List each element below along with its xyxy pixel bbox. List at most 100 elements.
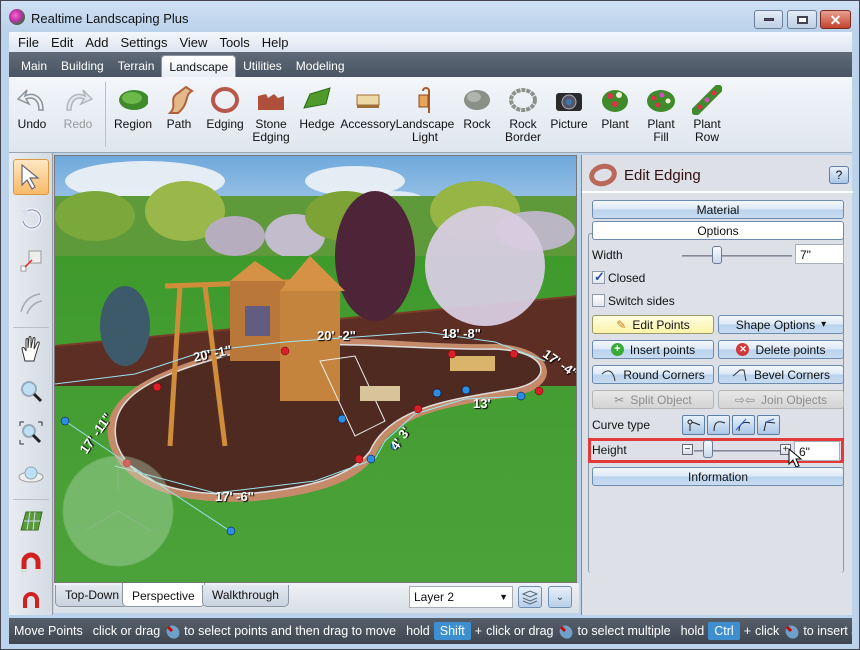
rock-button[interactable]: Rock [454,77,500,152]
landscape-light-button[interactable]: Landscape Light [396,77,454,152]
edit-edging-panel: Edit Edging ? Material Options Width 7" … [581,155,853,615]
menu-settings[interactable]: Settings [121,35,168,50]
tab-landscape[interactable]: Landscape [161,55,237,77]
bevel-corners-button[interactable]: Bevel Corners [718,365,844,384]
menu-view[interactable]: View [179,35,207,50]
hedge-button[interactable]: Hedge [294,77,340,152]
height-decrease-button[interactable]: − [682,444,693,455]
join-objects-button[interactable]: ⇨⇦ Join Objects [718,390,844,409]
edit-points-label: Edit Points [632,317,690,332]
layers-button[interactable] [518,586,542,608]
stone-edging-button[interactable]: Stone Edging [248,77,294,152]
hedge-icon [302,85,332,115]
closed-checkbox[interactable] [592,269,605,285]
tab-utilities[interactable]: Utilities [236,55,289,77]
menu-file[interactable]: File [18,35,39,50]
layer-dropdown[interactable]: Layer 2 ▼ [409,586,513,608]
zoom-region-tool[interactable] [13,415,49,451]
rock-border-button[interactable]: Rock Border [500,77,546,152]
tab-terrain[interactable]: Terrain [111,55,162,77]
width-field[interactable]: 7" [795,244,844,264]
status-hint: to select multiple [577,624,671,638]
information-label: Information [687,469,749,484]
curve-type-1-button[interactable] [682,415,705,435]
curve-bezier-icon [735,418,751,432]
bevel-corner-icon [732,369,747,381]
height-slider-thumb[interactable] [703,440,713,458]
join-arrows-icon: ⇨⇦ [734,392,756,407]
curve-type-4-button[interactable] [757,415,780,435]
status-hint: + [474,624,483,638]
help-button[interactable]: ? [829,166,849,184]
split-object-button[interactable]: ✂ Split Object [592,390,714,409]
orbit-tool[interactable] [13,457,49,493]
close-icon: ✕ [829,11,842,28]
landscape-light-icon [410,85,440,115]
menu-help[interactable]: Help [262,35,289,50]
camera-icon [554,85,584,115]
grid-tool[interactable] [13,503,49,539]
redo-button[interactable]: Redo [55,77,101,152]
round-corners-button[interactable]: Round Corners [592,365,714,384]
magnet-icon [21,552,41,573]
edging-button[interactable]: Edging [202,77,248,152]
path-button[interactable]: Path [156,77,202,152]
accessory-button[interactable]: Accessory [340,77,396,152]
insert-points-button[interactable]: + Insert points [592,340,714,359]
plant-fill-button[interactable]: Plant Fill [638,77,684,152]
ribbon-tabs: Main Building Terrain Landscape Utilitie… [9,52,852,77]
minimize-icon [763,18,774,21]
resize-tool[interactable] [13,243,49,279]
plant-row-icon [692,85,722,115]
tab-main[interactable]: Main [14,55,54,77]
arc-icon [20,293,43,315]
region-button[interactable]: Region [110,77,156,152]
delete-points-button[interactable]: ✕ Delete points [718,340,844,359]
snap-magnet-tool[interactable] [13,545,49,581]
picture-button[interactable]: Picture [546,77,592,152]
material-button[interactable]: Material [592,200,844,219]
minimize-button[interactable] [754,10,783,29]
shape-options-button[interactable]: Shape Options ▾ [718,315,844,334]
pan-tool[interactable] [13,331,49,367]
width-slider[interactable] [682,255,792,257]
information-button[interactable]: Information [592,467,844,486]
close-button[interactable]: ✕ [820,10,851,29]
tab-modeling[interactable]: Modeling [289,55,352,77]
plant-row-button[interactable]: Plant Row [684,77,730,152]
width-label: Width [592,248,623,262]
pencil-icon: ✎ [616,317,627,332]
curve-bezier-split-icon [763,418,776,432]
switch-sides-checkbox[interactable] [592,294,605,307]
curve-type-2-button[interactable] [707,415,730,435]
zoom-tool[interactable] [13,373,49,409]
tab-walkthrough[interactable]: Walkthrough [202,585,289,607]
width-slider-thumb[interactable] [712,246,722,264]
rock-border-icon [508,85,538,115]
undo-icon [17,85,47,115]
plant-button[interactable]: Plant [592,77,638,152]
3d-viewport[interactable]: 20' -1" 20' -2" 18' -8" 17' -4" 13' 4' 3… [54,155,577,583]
undo-button[interactable]: Undo [9,77,55,152]
select-tool[interactable] [13,159,49,195]
snap-magnet-small-tool[interactable] [13,583,49,619]
tab-building[interactable]: Building [54,55,111,77]
tab-top-down[interactable]: Top-Down [55,585,130,607]
menu-add[interactable]: Add [85,35,108,50]
menu-edit[interactable]: Edit [51,35,73,50]
window-title: Realtime Landscaping Plus [31,11,189,26]
curve-type-label: Curve type [592,418,651,432]
rotate-tool[interactable] [13,201,49,237]
maximize-button[interactable] [787,10,817,29]
menu-tools[interactable]: Tools [219,35,249,50]
arc-tool[interactable] [13,285,49,321]
options-button[interactable]: Options [592,221,844,240]
options-label: Options [697,223,739,238]
curve-type-3-button[interactable] [732,415,755,435]
layers-menu-button[interactable]: ⌄ [548,586,572,608]
height-label: Height [592,443,627,457]
edit-points-button[interactable]: ✎ Edit Points [592,315,714,334]
round-corner-icon [601,369,616,381]
status-hint: to insert a point [803,624,852,638]
tab-perspective[interactable]: Perspective [122,583,205,607]
